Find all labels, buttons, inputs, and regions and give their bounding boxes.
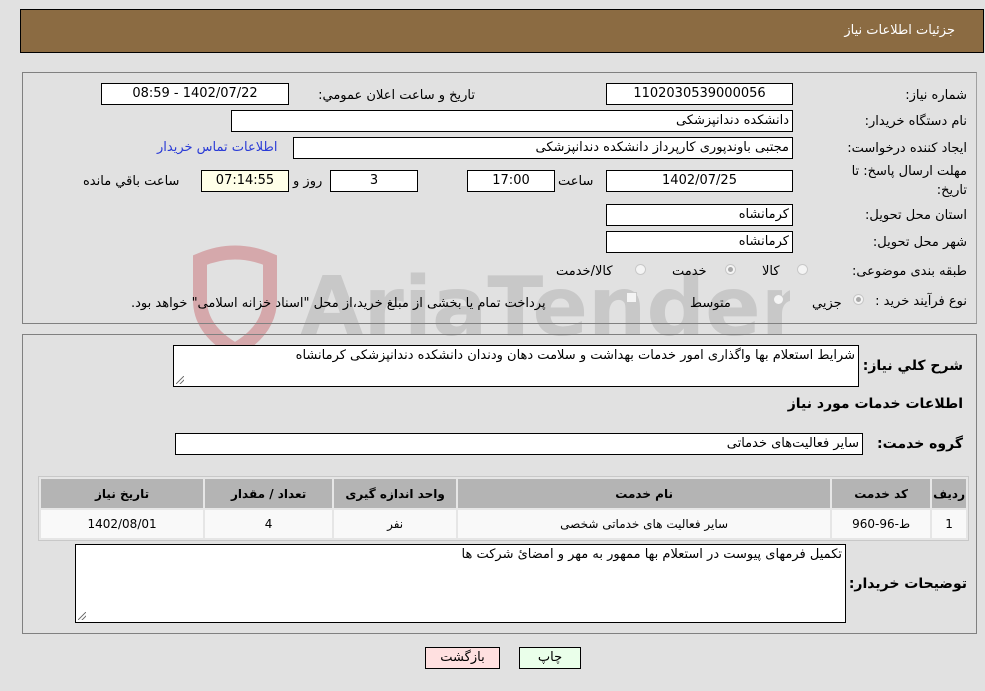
category-radio-service[interactable]: [725, 264, 736, 275]
deadline-label-line2: تاریخ:: [936, 183, 967, 198]
purchase-type-radio-minor[interactable]: [853, 294, 864, 305]
category-option-service: خدمت: [672, 264, 707, 279]
purchase-type-radio-medium[interactable]: [773, 294, 784, 305]
col-header-service-name: نام خدمت: [458, 479, 831, 508]
treasury-checkbox[interactable]: [626, 292, 637, 303]
days-label: روز و: [293, 174, 323, 189]
page-header: جزئیات اطلاعات نیاز: [20, 9, 984, 53]
back-button[interactable]: بازگشت: [425, 647, 500, 669]
remaining-time-label: ساعت باقي مانده: [83, 174, 180, 189]
resize-grip-icon[interactable]: [176, 376, 184, 384]
cell-service-name: سایر فعالیت های خدماتی شخصی: [458, 510, 831, 538]
cell-row-number: 1: [932, 510, 966, 538]
purchase-type-label: نوع فرآیند خرید :: [875, 294, 967, 309]
service-group-field[interactable]: سایر فعالیت‌های خدماتی: [175, 433, 863, 455]
services-table: ردیف کد خدمت نام خدمت واحد اندازه گیری ت…: [38, 476, 969, 541]
service-group-label: گروه خدمت:: [877, 436, 963, 452]
need-number-label: شماره نیاز:: [905, 88, 967, 103]
deadline-time-field[interactable]: 17:00: [467, 170, 555, 192]
remaining-days-field: 3: [330, 170, 418, 192]
col-header-row-number: ردیف: [932, 479, 966, 508]
purchase-type-option-minor: جزيي: [812, 296, 842, 311]
col-header-need-date: تاریخ نیاز: [41, 479, 204, 508]
announce-datetime-field[interactable]: 1402/07/22 - 08:59: [101, 83, 289, 105]
services-section-title: اطلاعات خدمات مورد نیاز: [787, 396, 963, 412]
buyer-notes-textarea[interactable]: تکمیل فرمهای پیوست در استعلام بها ممهور …: [75, 544, 846, 623]
deadline-date-field[interactable]: 1402/07/25: [606, 170, 793, 192]
cell-unit: نفر: [334, 510, 457, 538]
buyer-notes-text: تکمیل فرمهای پیوست در استعلام بها ممهور …: [461, 547, 843, 562]
category-label: طبقه بندی موضوعی:: [851, 264, 967, 279]
purchase-type-option-medium: متوسط: [690, 296, 731, 311]
city-label: شهر محل تحویل:: [872, 235, 967, 250]
announce-datetime-label: تاریخ و ساعت اعلان عمومي:: [318, 88, 475, 103]
deadline-label-line1: مهلت ارسال پاسخ: تا: [851, 164, 967, 179]
cell-need-date: 1402/08/01: [41, 510, 204, 538]
deadline-time-label: ساعت: [558, 174, 594, 189]
category-radio-goods-service[interactable]: [635, 264, 646, 275]
category-option-goods-service: کالا/خدمت: [556, 264, 613, 279]
buyer-contact-link[interactable]: اطلاعات تماس خریدار: [157, 140, 277, 155]
category-option-goods: کالا: [762, 264, 780, 279]
description-label: شرح کلي نیاز:: [862, 358, 963, 374]
col-header-quantity: تعداد / مقدار: [205, 479, 333, 508]
cell-quantity: 4: [205, 510, 333, 538]
page-title: جزئیات اطلاعات نیاز: [844, 23, 955, 38]
col-header-service-code: کد خدمت: [832, 479, 931, 508]
buyer-org-field[interactable]: دانشکده دندانپزشکی: [231, 110, 793, 132]
treasury-note: پرداخت تمام یا بخشی از مبلغ خرید،از محل …: [131, 296, 546, 311]
city-field[interactable]: کرمانشاه: [606, 231, 793, 253]
requester-field[interactable]: مجتبی باوندپوری کارپرداز دانشکده دندانپز…: [293, 137, 793, 159]
need-number-field[interactable]: 1102030539000056: [606, 83, 793, 105]
table-row: 1 ط-96-960 سایر فعالیت های خدماتی شخصی ن…: [41, 510, 966, 538]
col-header-unit: واحد اندازه گیری: [334, 479, 457, 508]
province-field[interactable]: کرمانشاه: [606, 204, 793, 226]
table-header-row: ردیف کد خدمت نام خدمت واحد اندازه گیری ت…: [41, 479, 966, 508]
description-text: شرایط استعلام بها واگذاری امور خدمات بهد…: [295, 348, 855, 363]
category-radio-goods[interactable]: [797, 264, 808, 275]
requester-label: ایجاد کننده درخواست:: [847, 141, 967, 156]
description-textarea[interactable]: شرایط استعلام بها واگذاری امور خدمات بهد…: [173, 345, 859, 387]
remaining-time-field: 07:14:55: [201, 170, 289, 192]
cell-service-code: ط-96-960: [832, 510, 931, 538]
buyer-org-label: نام دستگاه خریدار:: [864, 114, 967, 129]
resize-grip-icon[interactable]: [78, 612, 86, 620]
buyer-notes-label: توضیحات خریدار:: [848, 576, 967, 592]
province-label: استان محل تحویل:: [865, 208, 967, 223]
print-button[interactable]: چاپ: [519, 647, 581, 669]
